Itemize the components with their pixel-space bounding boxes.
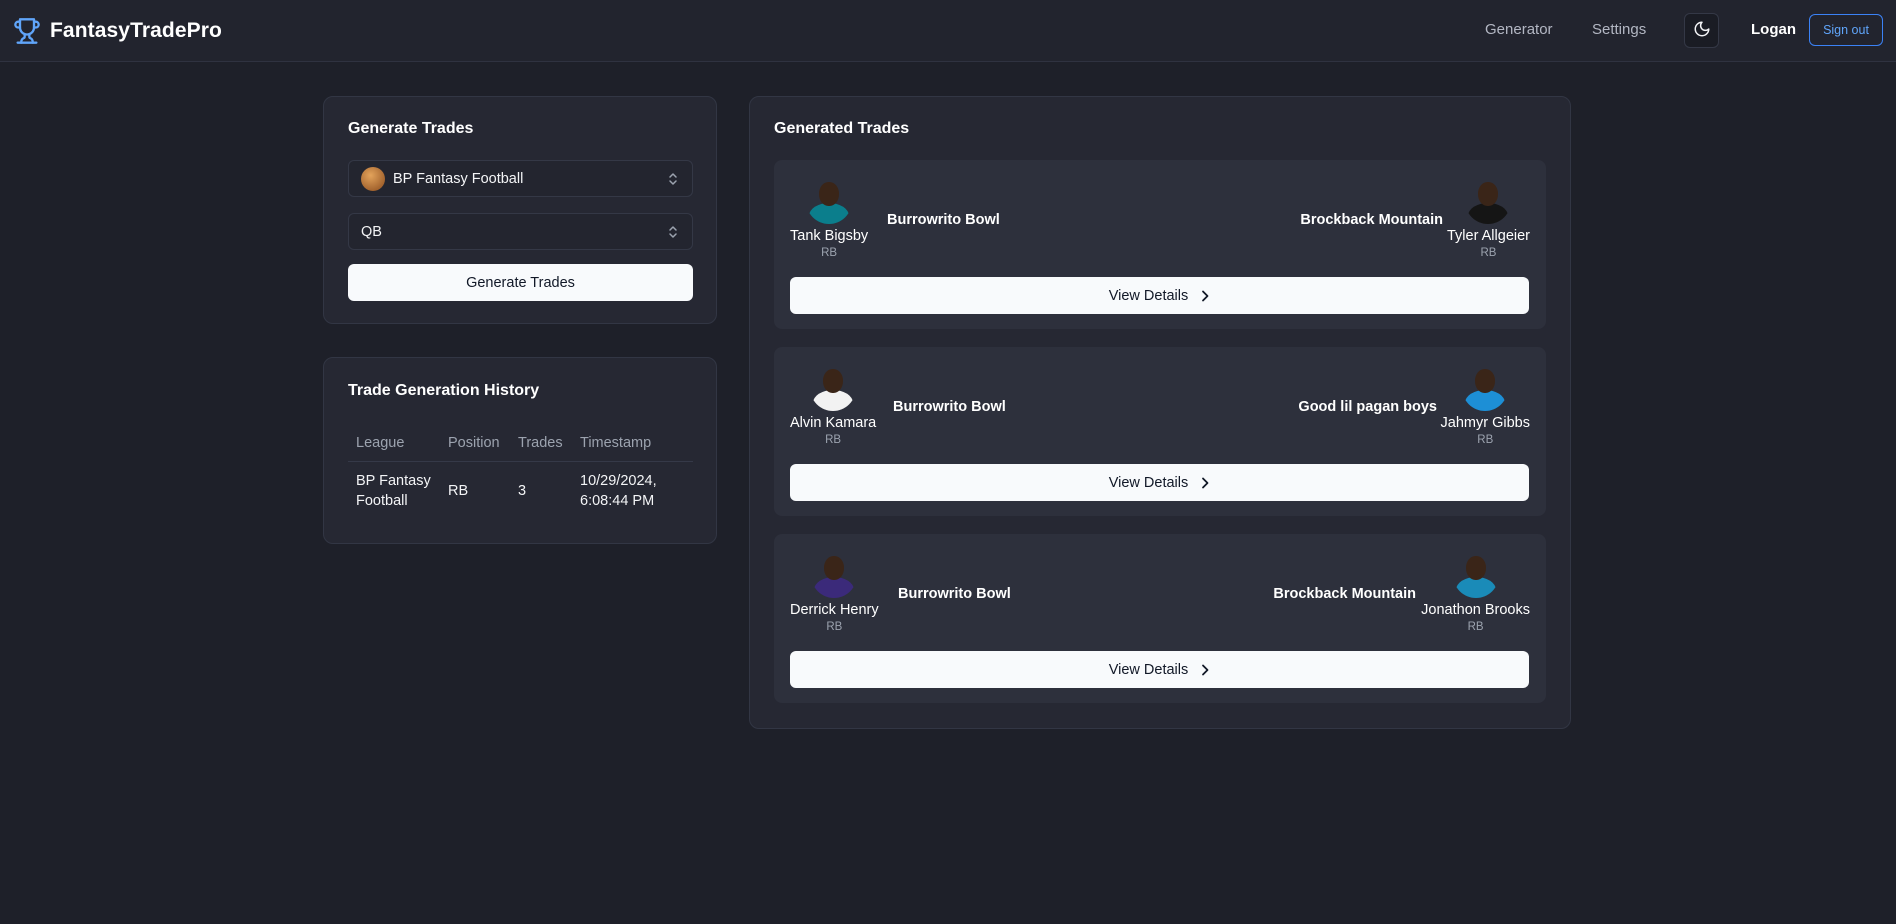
cell-position: RB [448,483,469,499]
view-details-button[interactable]: View Details [790,651,1529,688]
generate-trades-button[interactable]: Generate Trades [348,264,693,301]
player-avatar [806,178,852,224]
player-name: Jahmyr Gibbs [1440,415,1530,431]
trade-card: Tank Bigsby RB Burrowrito Bowl Brockback… [774,160,1546,329]
league-select-value: BP Fantasy Football [393,170,524,187]
user-name: Logan [1751,21,1796,38]
player-left: Alvin Kamara RB [790,365,876,446]
view-details-label: View Details [1108,661,1189,678]
player-right: Tyler Allgeier RB [1447,178,1530,259]
team-name-left: Burrowrito Bowl [887,212,1000,228]
player-name: Tyler Allgeier [1446,228,1530,244]
player-right: Jahmyr Gibbs RB [1441,365,1530,446]
brand-name: FantasyTradePro [50,18,222,42]
player-name: Tank Bigsby [790,228,869,244]
column-header-timestamp: Timestamp [580,435,652,451]
chevrons-up-down-icon [669,173,677,185]
team-name-right: Brockback Mountain [1300,212,1443,228]
player-avatar [1453,552,1499,598]
position-select[interactable]: QB [348,213,693,250]
view-details-label: View Details [1108,287,1189,304]
player-position: RB [825,434,842,446]
generate-trades-title: Generate Trades [348,120,474,137]
player-right: Jonathon Brooks RB [1421,552,1530,633]
cell-trades: 3 [518,483,527,499]
player-left: Derrick Henry RB [790,552,879,633]
top-nav-bar: FantasyTradePro Generator Settings Logan… [0,0,1896,62]
player-position: RB [1467,621,1484,633]
league-select[interactable]: BP Fantasy Football [348,160,693,197]
chevron-right-icon [1202,664,1209,675]
sign-out-button[interactable]: Sign out [1809,14,1883,46]
chevrons-up-down-icon [669,226,677,238]
moon-icon [1693,20,1711,41]
player-position: RB [826,621,843,633]
trade-card: Alvin Kamara RB Burrowrito Bowl Good lil… [774,347,1546,516]
column-header-trades: Trades [518,435,563,451]
team-name-right: Brockback Mountain [1273,586,1416,602]
team-name-left: Burrowrito Bowl [898,586,1011,602]
column-header-position: Position [448,435,500,451]
player-avatar [810,365,856,411]
player-position: RB [1480,247,1497,259]
table-header-row: League Position Trades Timestamp [348,422,693,462]
league-avatar [361,166,385,191]
generated-trades-card: Generated Trades Tank Bigsby RB Burrowri… [749,96,1571,729]
player-position: RB [1477,434,1494,446]
theme-toggle-button[interactable] [1684,13,1719,48]
player-name: Derrick Henry [790,602,879,618]
trade-history-card: Trade Generation History League Position… [323,357,717,544]
nav-generator-link[interactable]: Generator [1485,21,1553,38]
history-table: League Position Trades Timestamp BP Fant… [348,422,693,520]
player-name: Jonathon Brooks [1421,602,1530,618]
player-avatar [811,552,857,598]
team-name-right: Good lil pagan boys [1298,399,1437,415]
table-row[interactable]: BP Fantasy Football RB 3 10/29/2024, 6:0… [348,462,693,520]
player-name: Alvin Kamara [790,415,877,431]
chevron-right-icon [1202,290,1209,301]
view-details-button[interactable]: View Details [790,464,1529,501]
player-left: Tank Bigsby RB [790,178,868,259]
player-position: RB [821,247,838,259]
nav-settings-link[interactable]: Settings [1592,21,1646,38]
column-header-league: League [356,435,405,451]
cell-league: BP Fantasy Football [356,473,431,509]
cell-timestamp: 10/29/2024, 6:08:44 PM [580,473,657,509]
generated-trades-title: Generated Trades [774,120,910,137]
position-select-value: QB [361,223,382,240]
generate-trades-card: Generate Trades BP Fantasy Football QB G… [323,96,717,324]
trophy-icon [12,16,42,46]
team-name-left: Burrowrito Bowl [893,399,1006,415]
player-avatar [1462,365,1508,411]
chevron-right-icon [1202,477,1209,488]
view-details-button[interactable]: View Details [790,277,1529,314]
brand-logo[interactable]: FantasyTradePro [12,16,222,46]
trade-history-title: Trade Generation History [348,382,540,399]
player-avatar [1465,178,1511,224]
trade-card: Derrick Henry RB Burrowrito Bowl Brockba… [774,534,1546,703]
view-details-label: View Details [1108,474,1189,491]
